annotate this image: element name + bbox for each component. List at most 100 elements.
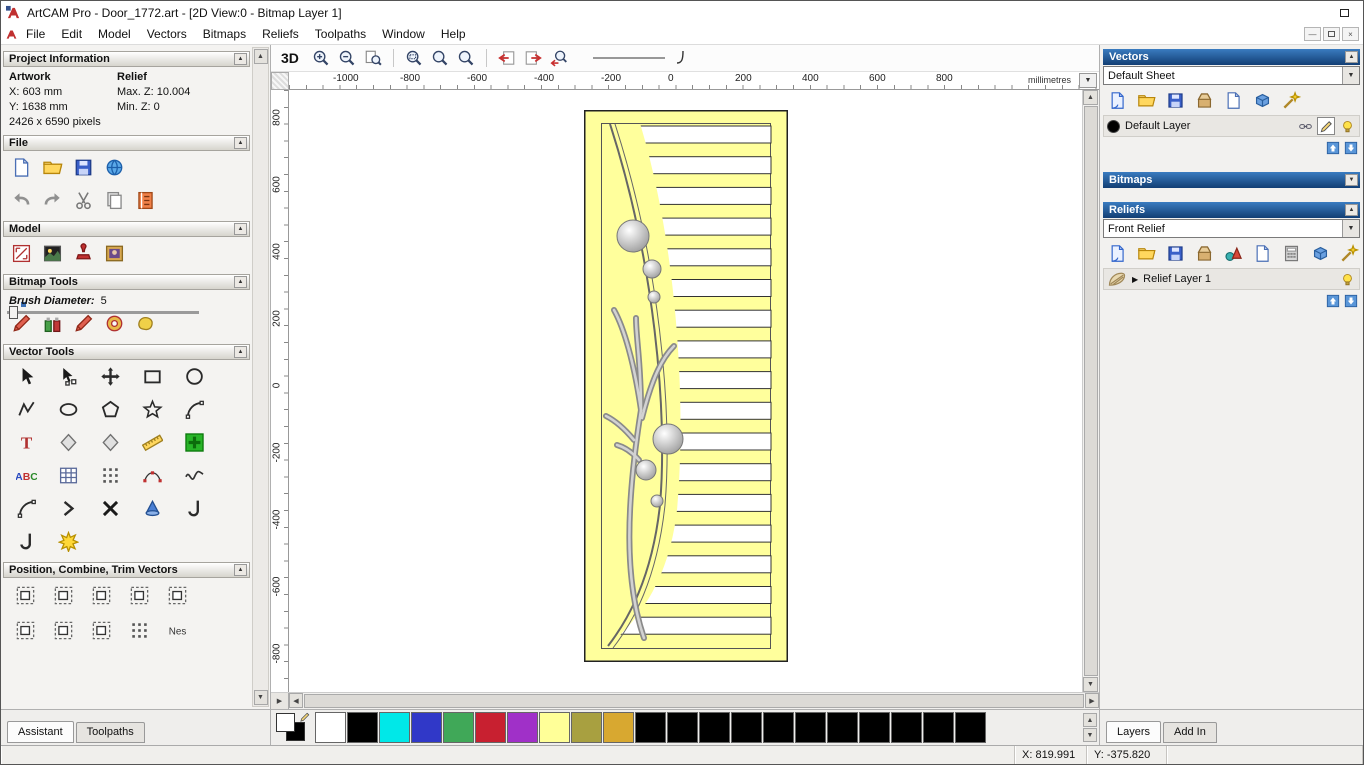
open-vectors-icon[interactable]: [1134, 89, 1158, 111]
new-vector-layer-icon[interactable]: [1221, 89, 1245, 111]
collapse-button[interactable]: ▲: [234, 564, 247, 576]
palette-colour-15[interactable]: [795, 712, 826, 743]
palette-colour-11[interactable]: [667, 712, 698, 743]
save-relief-icon[interactable]: [1163, 242, 1187, 264]
palette-colour-2[interactable]: [379, 712, 410, 743]
edit-layer-icon[interactable]: [1317, 117, 1335, 135]
mdi-minimize-button[interactable]: —: [1304, 27, 1321, 41]
palette-colour-9[interactable]: [603, 712, 634, 743]
weld-vectors-icon[interactable]: [82, 614, 120, 647]
pen-line-tool-icon[interactable]: [591, 48, 691, 68]
relief-wizard-icon[interactable]: [1337, 242, 1361, 264]
ruler-unit-spinner[interactable]: ▼: [1079, 73, 1097, 88]
lock-layer-icon[interactable]: [1296, 117, 1314, 135]
combine-vectors-icon[interactable]: [44, 614, 82, 647]
sheet-selector[interactable]: Default Sheet ▼: [1103, 66, 1360, 85]
block-copy-icon[interactable]: [175, 426, 213, 459]
save-vectors-icon[interactable]: [1163, 89, 1187, 111]
snap-grid-icon[interactable]: [49, 459, 87, 492]
palette-colour-12[interactable]: [699, 712, 730, 743]
relief-cube-icon[interactable]: [1308, 242, 1332, 264]
collapse-button[interactable]: ▲: [234, 223, 247, 235]
bitmaps-header[interactable]: Bitmaps ▼: [1103, 172, 1360, 188]
create-text-icon[interactable]: [7, 426, 45, 459]
create-star-icon[interactable]: [133, 393, 171, 426]
menu-toolpaths[interactable]: Toolpaths: [307, 25, 374, 43]
collapse-button[interactable]: ▲: [234, 137, 247, 149]
align-objects-icon[interactable]: [6, 614, 44, 647]
create-rectangle-icon[interactable]: [133, 360, 171, 393]
move-layer-down-button[interactable]: [1343, 293, 1358, 308]
menu-file[interactable]: File: [18, 25, 53, 43]
section-project-information[interactable]: Project Information ▲: [3, 51, 250, 67]
assistant-scrollbar[interactable]: ▲ ▼: [252, 47, 269, 707]
vertical-scrollbar[interactable]: ▲ ▼: [1082, 90, 1099, 692]
slider-handle[interactable]: [9, 306, 18, 319]
collapse-button[interactable]: ▲: [234, 53, 247, 65]
align-centre-icon[interactable]: [44, 579, 82, 612]
vectors-header[interactable]: Vectors ▲: [1103, 49, 1360, 65]
scroll-down-button[interactable]: ▼: [1083, 677, 1098, 692]
section-position-combine-trim[interactable]: Position, Combine, Trim Vectors ▲: [3, 562, 250, 578]
relief-selector[interactable]: Front Relief ▼: [1103, 219, 1360, 238]
section-vector-tools[interactable]: Vector Tools ▲: [3, 344, 250, 360]
expand-arrow-icon[interactable]: ▶: [1132, 275, 1138, 284]
open-model-icon[interactable]: [37, 152, 68, 183]
layer-visibility-icon[interactable]: [1338, 117, 1356, 135]
palette-colour-13[interactable]: [731, 712, 762, 743]
menu-vectors[interactable]: Vectors: [139, 25, 195, 43]
zoom-window-icon[interactable]: [402, 47, 426, 69]
reliefs-header[interactable]: Reliefs ▲: [1103, 202, 1360, 218]
primary-secondary-colour[interactable]: [275, 712, 311, 744]
tab-layers[interactable]: Layers: [1106, 721, 1162, 743]
wrap-text-icon[interactable]: [49, 426, 87, 459]
previous-view-icon[interactable]: [495, 47, 519, 69]
horizontal-scroll-thumb[interactable]: [304, 694, 1084, 708]
fit-arcs-icon[interactable]: [133, 459, 171, 492]
horizontal-scrollbar[interactable]: ▶ ◀ ▶: [271, 692, 1099, 709]
create-arc-icon[interactable]: [175, 393, 213, 426]
palette-colour-7[interactable]: [539, 712, 570, 743]
select-vectors-icon[interactable]: [7, 360, 45, 393]
notes-icon[interactable]: [130, 185, 161, 216]
new-model-icon[interactable]: [6, 152, 37, 183]
align-top-icon[interactable]: [82, 579, 120, 612]
measure-icon[interactable]: [133, 426, 171, 459]
mdi-close-button[interactable]: ×: [1342, 27, 1359, 41]
import-export-icon[interactable]: [99, 152, 130, 183]
brush-diameter-slider[interactable]: [7, 306, 199, 319]
relief-calculate-icon[interactable]: [1279, 242, 1303, 264]
expand-button[interactable]: ▼: [1345, 174, 1358, 186]
paste-array-icon[interactable]: [91, 459, 129, 492]
palette-colour-5[interactable]: [475, 712, 506, 743]
set-model-size-icon[interactable]: [6, 238, 37, 269]
palette-colour-17[interactable]: [859, 712, 890, 743]
palette-colour-3[interactable]: [411, 712, 442, 743]
create-circle-icon[interactable]: [175, 360, 213, 393]
trim-vectors-icon[interactable]: [91, 492, 129, 525]
paste-along-icon[interactable]: [120, 614, 158, 647]
collapse-button[interactable]: ▲: [234, 276, 247, 288]
dropdown-arrow-icon[interactable]: ▼: [1342, 220, 1359, 237]
join-tangent-icon[interactable]: [7, 492, 45, 525]
align-bottom-icon[interactable]: [120, 579, 158, 612]
move-layer-up-button[interactable]: [1325, 293, 1340, 308]
zoom-fit-icon[interactable]: [428, 47, 452, 69]
text-block-icon[interactable]: [7, 459, 45, 492]
mdi-restore-button[interactable]: [1323, 27, 1340, 41]
palette-colour-10[interactable]: [635, 712, 666, 743]
palette-colour-20[interactable]: [955, 712, 986, 743]
undo-icon[interactable]: [6, 185, 37, 216]
drawing-canvas[interactable]: [289, 90, 1082, 692]
fit-curve-icon[interactable]: [175, 459, 213, 492]
scroll-up-button[interactable]: ▲: [253, 49, 268, 64]
zoom-previous-icon[interactable]: [547, 47, 571, 69]
create-polyline-icon[interactable]: [7, 393, 45, 426]
primary-colour-swatch[interactable]: [276, 712, 295, 732]
align-left-icon[interactable]: [6, 579, 44, 612]
menu-edit[interactable]: Edit: [53, 25, 90, 43]
menu-window[interactable]: Window: [374, 25, 433, 43]
open-relief-icon[interactable]: [1134, 242, 1158, 264]
create-ellipse-icon[interactable]: [49, 393, 87, 426]
palette-colour-0[interactable]: [315, 712, 346, 743]
